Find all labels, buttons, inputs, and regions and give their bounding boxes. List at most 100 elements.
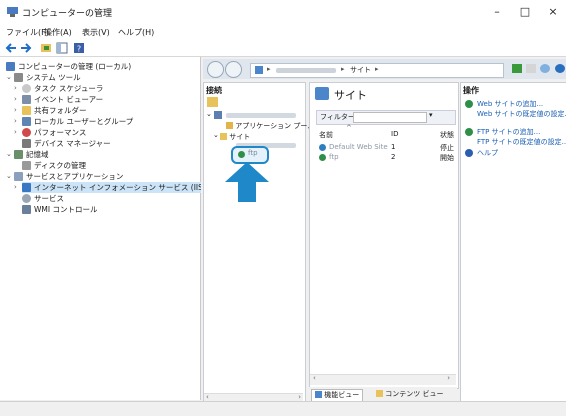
shared-folder-icon [22,106,31,115]
sites-label: サイト [229,133,251,141]
menu-view[interactable]: 表示(V) [82,27,110,38]
show-hide-tree-icon[interactable] [56,42,68,54]
device-icon [22,139,31,148]
tree-item-label: 記憶域 [26,150,49,159]
column-id[interactable]: ID [391,130,398,138]
chevron-down-icon[interactable]: ⌄ [6,73,12,81]
column-name[interactable]: 名前 [319,130,333,140]
chevron-right-icon[interactable]: › [14,106,17,114]
center-horizontal-scrollbar[interactable]: ‹ › [310,374,456,385]
navigation-tree: コンピューターの管理 (ローカル) ⌄ システム ツール › タスク スケジュー… [0,57,256,400]
site-id: 1 [391,143,396,151]
app-pool-icon [226,122,233,129]
tree-item-performance[interactable]: パフォーマンス [22,127,86,138]
tree-item-root[interactable]: コンピューターの管理 (ローカル) [6,61,131,72]
help-icon[interactable]: ? [73,42,85,54]
breadcrumb-sites[interactable]: サイト [350,65,371,75]
help-icon[interactable] [555,64,565,73]
tree-item-wmi-control[interactable]: WMI コントロール [22,204,97,215]
chevron-down-icon[interactable]: ⌄ [6,150,12,158]
chevron-down-icon[interactable]: ⌄ [213,131,219,139]
back-arrow-icon[interactable] [5,42,17,54]
tree-item-local-users[interactable]: ローカル ユーザーとグループ [22,116,133,127]
chevron-right-icon[interactable]: › [14,183,17,191]
action-ftp-site-defaults[interactable]: FTP サイトの既定値の設定... [477,137,566,147]
scroll-left-icon[interactable]: ‹ [313,374,316,382]
server-icon [214,111,222,119]
tree-item-storage[interactable]: 記憶域 [14,149,49,160]
chevron-right-icon[interactable]: › [14,84,17,92]
filter-input[interactable] [353,112,427,123]
tree-item-label: 共有フォルダー [34,106,87,115]
action-add-ftp-site[interactable]: FTP サイトの追加... [477,127,540,137]
tree-item-services-apps[interactable]: サービスとアプリケーション [14,171,123,182]
tree-item-system-tools[interactable]: システム ツール [14,72,81,83]
app-pool-label: アプリケーション プール [235,122,315,130]
connect-icon[interactable] [207,97,218,107]
tree-item-task-scheduler[interactable]: タスク スケジューラ [22,83,103,94]
features-view-icon [315,391,322,398]
computer-management-icon [6,62,15,71]
tree-item-event-viewer[interactable]: イベント ビューアー [22,94,103,105]
forward-arrow-icon[interactable] [20,42,32,54]
address-breadcrumb[interactable]: ▸ ▸ サイト ▸ [250,63,504,78]
scroll-left-icon[interactable]: ‹ [206,393,209,401]
maximize-button[interactable]: □ [512,3,538,21]
actions-title: 操作 [463,86,479,95]
sites-content-panel [309,82,459,389]
scroll-right-icon[interactable]: › [298,393,301,401]
wmi-icon [22,205,31,214]
up-folder-icon[interactable] [40,42,52,54]
globe-icon [319,144,326,151]
chevron-right-icon[interactable]: › [14,117,17,125]
tree-item-shared-folders[interactable]: 共有フォルダー [22,105,87,116]
site-status: 停止 [440,144,454,152]
tools-icon [14,73,23,82]
tree-item-label: イベント ビューアー [34,95,104,104]
tree-item-label: WMI コントロール [34,205,98,214]
help-icon [465,149,473,157]
back-button[interactable] [207,61,224,78]
sites-icon [315,87,329,100]
menu-action[interactable]: 操作(A) [44,27,72,38]
site-status: 開始 [440,154,454,162]
services-apps-icon [14,172,23,181]
chevron-right-icon[interactable]: › [14,128,17,136]
minimize-button[interactable]: – [484,3,510,21]
chevron-down-icon[interactable]: ⌄ [6,172,12,180]
action-add-web-site[interactable]: Web サイトの追加... [477,99,543,109]
tab-content-view[interactable]: コンテンツ ビュー [373,389,446,400]
action-help[interactable]: ヘルプ [477,148,498,158]
title-bar: コンピューターの管理 – □ × [0,0,566,24]
tree-item-services[interactable]: サービス [22,193,64,204]
close-button[interactable]: × [540,3,566,21]
tree-item-sites[interactable]: サイト [220,132,250,142]
filter-label: フィルター: [320,113,358,121]
home-icon[interactable] [540,64,550,73]
iis-icon [22,183,31,192]
tree-item-label: デバイス マネージャー [34,139,111,148]
refresh-icon[interactable] [512,64,522,73]
performance-icon [22,128,31,137]
menu-file[interactable]: ファイル(F) [6,27,49,38]
site-id: 2 [391,153,396,161]
stop-icon[interactable] [526,64,536,73]
forward-button[interactable] [225,61,242,78]
action-web-site-defaults[interactable]: Web サイトの既定値の設定... [477,109,566,119]
tree-item-disk-management[interactable]: ディスクの管理 [22,160,86,171]
tree-item-device-manager[interactable]: デバイス マネージャー [22,138,111,149]
dropdown-icon[interactable]: ▾ [429,111,433,119]
column-status[interactable]: 状態 [440,130,454,140]
scroll-right-icon[interactable]: › [447,374,450,382]
chevron-right-icon[interactable]: › [14,95,17,103]
menu-help[interactable]: ヘルプ(H) [118,27,154,38]
disk-icon [22,161,31,170]
sort-ascending-icon: ^ [346,124,352,132]
table-row[interactable]: ftp 2 開始 [316,153,454,163]
sites-folder-icon [220,133,227,140]
tree-item-app-pools[interactable]: アプリケーション プール [226,121,314,131]
chevron-down-icon[interactable]: ⌄ [206,110,212,118]
table-row[interactable]: Default Web Site 1 停止 [316,143,454,153]
tree-item-label: ローカル ユーザーとグループ [34,117,134,126]
event-icon [22,95,31,104]
